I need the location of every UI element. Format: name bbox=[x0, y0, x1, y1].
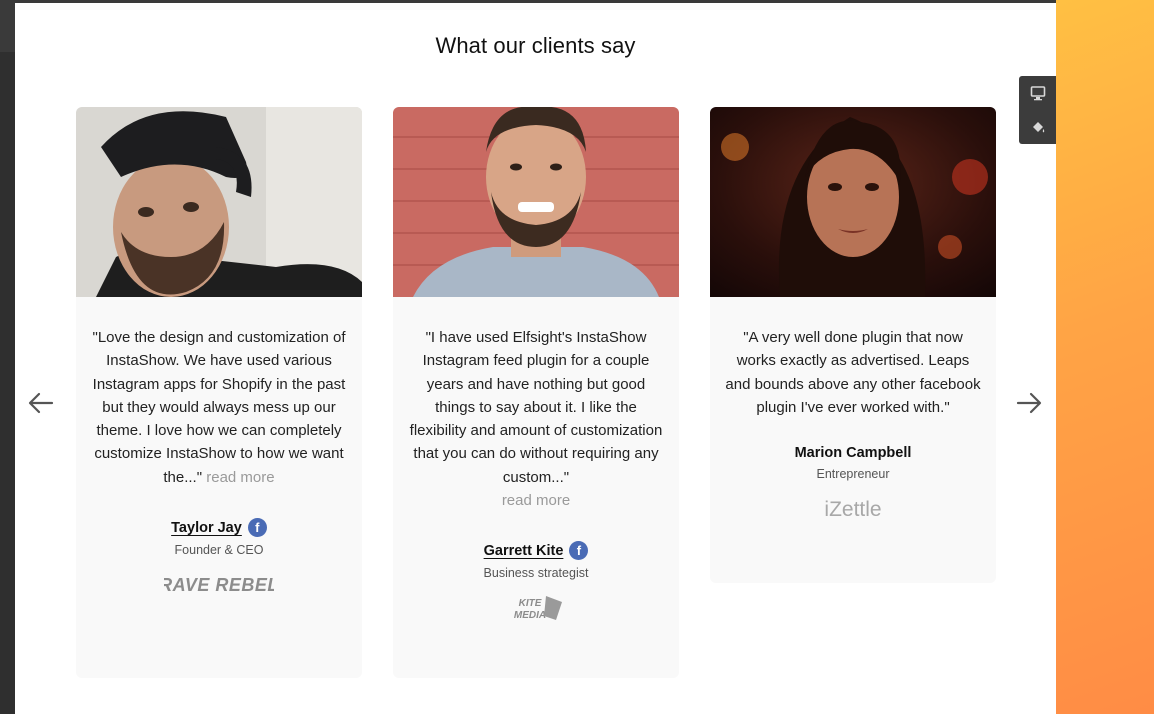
company-logo-text: MEDIA bbox=[514, 610, 546, 621]
left-editor-tab bbox=[0, 0, 15, 52]
company-logo-text: KITE bbox=[519, 598, 542, 609]
company-logo: RAVE REBEL bbox=[90, 570, 348, 600]
author-name-link[interactable]: Taylor Jay bbox=[171, 520, 242, 536]
facebook-icon[interactable]: f bbox=[247, 518, 267, 538]
read-more-link[interactable]: read more bbox=[502, 492, 570, 509]
editor-toolbar bbox=[1019, 76, 1056, 144]
testimonial-quote: "I have used Elfsight's InstaShow Instag… bbox=[409, 329, 663, 486]
paint-bucket-icon[interactable] bbox=[1019, 110, 1056, 144]
author-role: Entrepreneur bbox=[816, 467, 890, 482]
testimonial-card: "Love the design and customization of In… bbox=[76, 107, 362, 678]
read-more-link[interactable]: read more bbox=[206, 469, 274, 486]
arrow-right-icon[interactable] bbox=[1013, 389, 1045, 417]
monitor-icon[interactable] bbox=[1019, 76, 1056, 110]
facebook-icon[interactable]: f bbox=[569, 541, 589, 561]
smiling-man-photo bbox=[393, 107, 679, 297]
testimonial-quote: "Love the design and customization of In… bbox=[92, 329, 346, 486]
company-logo: iZettle bbox=[724, 494, 982, 524]
author-role: Founder & CEO bbox=[174, 543, 264, 558]
arrow-left-icon[interactable] bbox=[25, 389, 57, 417]
author-role: Business strategist bbox=[483, 566, 589, 581]
testimonial-card: "A very well done plugin that now works … bbox=[710, 107, 996, 583]
left-editor-strip bbox=[0, 0, 15, 714]
section-title: What our clients say bbox=[435, 33, 636, 58]
company-logo-text: RAVE REBEL bbox=[164, 575, 274, 595]
author-name: Marion Campbell bbox=[794, 445, 912, 462]
orange-background-panel bbox=[1056, 0, 1154, 714]
man-with-cap-photo bbox=[76, 107, 362, 297]
testimonial-quote: "A very well done plugin that now works … bbox=[725, 329, 981, 416]
testimonial-card: "I have used Elfsight's InstaShow Instag… bbox=[393, 107, 679, 678]
author-name-link[interactable]: Garrett Kite bbox=[484, 543, 564, 559]
company-logo-text: iZettle bbox=[824, 498, 881, 521]
woman-portrait-photo bbox=[710, 107, 996, 297]
company-logo: KITE MEDIA bbox=[407, 593, 665, 623]
testimonials-section: What our clients say "Love the design an… bbox=[15, 3, 1056, 714]
